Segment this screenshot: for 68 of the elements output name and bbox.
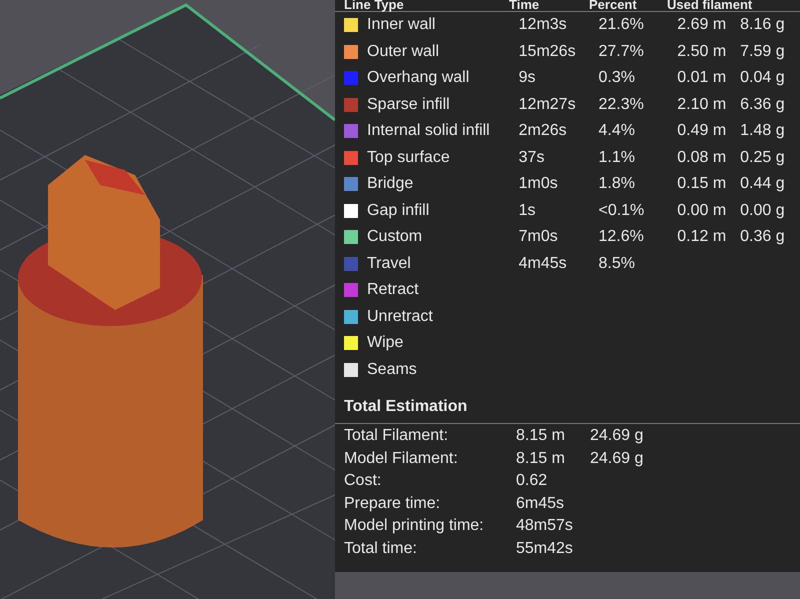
percent-value: 12.6% — [598, 227, 645, 248]
weight-value: 0.04 g — [740, 68, 786, 88]
percent-value: 1.1% — [598, 148, 636, 168]
estimate-label: Prepare time: — [344, 494, 442, 514]
estimate-value: 24.69 g — [590, 448, 644, 469]
estimate-label: Cost: — [344, 471, 382, 492]
weight-value: 6.36 g — [740, 94, 786, 115]
length-value: 2.50 m — [677, 42, 728, 62]
line-type-label: Sparse infill — [367, 94, 451, 115]
line-type-label: Retract — [367, 280, 420, 300]
estimate-value: 8.15 m — [516, 426, 566, 446]
weight-value: 8.16 g — [740, 15, 786, 36]
time-value: 2m26s — [518, 121, 568, 142]
time-value: 12m3s — [518, 15, 568, 36]
line-type-label: Gap infill — [367, 200, 430, 221]
estimate-value: 8.15 m — [516, 448, 566, 469]
time-value: 7m0s — [518, 227, 559, 248]
weight-value: 1.48 g — [740, 121, 786, 142]
estimate-value: 55m42s — [516, 538, 574, 559]
estimate-value: 6m45s — [516, 494, 566, 514]
line-type-label: Internal solid infill — [367, 121, 491, 142]
estimate-label: Total Filament: — [344, 426, 450, 446]
percent-value: 21.6% — [598, 15, 645, 36]
length-value: 0.00 m — [677, 200, 728, 221]
estimate-label: Model Filament: — [344, 448, 459, 469]
percent-value: 1.8% — [598, 174, 636, 194]
time-value: 12m27s — [518, 94, 577, 115]
time-value: 4m45s — [518, 254, 568, 274]
percent-value: 27.7% — [598, 42, 645, 62]
length-value: 2.69 m — [677, 15, 728, 36]
percent-value: 8.5% — [598, 254, 636, 274]
line-type-label: Inner wall — [367, 15, 436, 36]
length-value: 0.01 m — [677, 68, 728, 88]
line-type-label: Wipe — [367, 333, 404, 354]
estimate-value: 48m57s — [516, 516, 574, 536]
length-value: 0.12 m — [677, 227, 728, 248]
percent-value: 22.3% — [598, 94, 645, 115]
line-type-label: Top surface — [367, 148, 451, 168]
weight-value: 7.59 g — [740, 42, 786, 62]
length-value: 2.10 m — [677, 94, 728, 115]
line-type-label: Bridge — [367, 174, 414, 194]
weight-value: 0.44 g — [740, 174, 786, 194]
estimate-value: 24.69 g — [590, 426, 644, 446]
time-value: 1m0s — [518, 174, 559, 194]
percent-value: <0.1% — [598, 200, 646, 221]
line-type-label: Outer wall — [367, 42, 440, 62]
estimate-label: Total time: — [344, 538, 418, 559]
line-type-label: Seams — [367, 360, 418, 380]
length-value: 0.15 m — [677, 174, 728, 194]
weight-value: 0.25 g — [740, 148, 786, 168]
line-type-label: Unretract — [367, 306, 434, 327]
time-value: 9s — [518, 68, 537, 88]
column-header: Percent — [589, 0, 638, 11]
length-value: 0.49 m — [677, 121, 728, 142]
percent-value: 0.3% — [598, 68, 636, 88]
section-title: Total Estimation — [335, 383, 800, 424]
percent-value: 4.4% — [598, 121, 636, 142]
time-value: 1s — [518, 200, 537, 221]
line-type-label: Custom — [367, 227, 424, 248]
time-value: 37s — [518, 148, 546, 168]
estimate-label: Model printing time: — [344, 516, 485, 536]
length-value: 0.08 m — [677, 148, 728, 168]
weight-value: 0.00 g — [740, 200, 786, 221]
time-value: 15m26s — [518, 42, 577, 62]
line-type-label: Overhang wall — [367, 68, 470, 88]
estimate-value: 0.62 — [516, 471, 548, 492]
weight-value: 0.36 g — [740, 227, 786, 248]
line-type-label: Travel — [367, 254, 412, 274]
